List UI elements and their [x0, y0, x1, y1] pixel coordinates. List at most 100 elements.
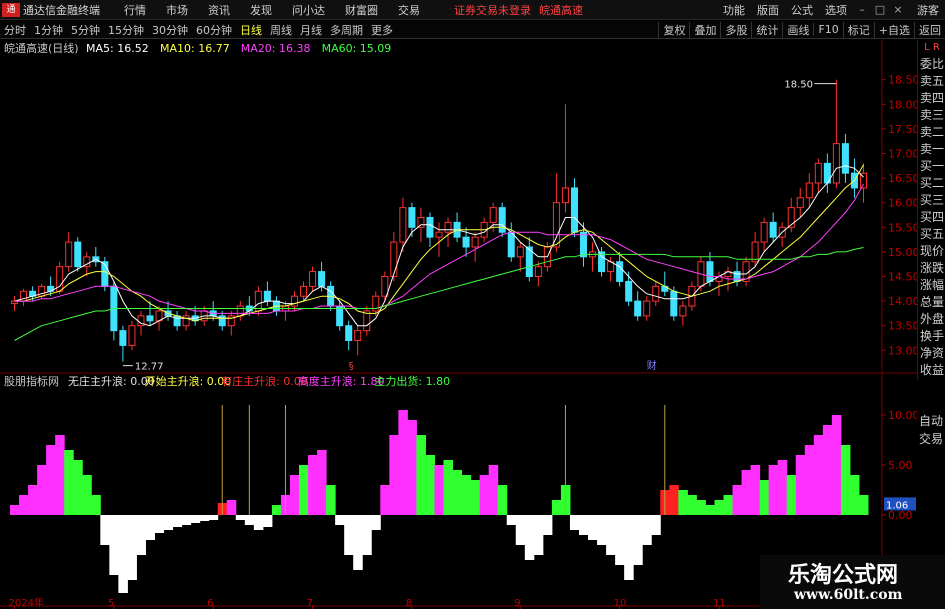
kline-title: 皖通高速(日线)	[4, 41, 79, 55]
tab-period-3[interactable]: 15分钟	[104, 22, 148, 38]
indicator-bar	[37, 465, 47, 515]
auto-trade-tag-1[interactable]: 交易	[917, 430, 945, 448]
guest-label[interactable]: 游客	[917, 2, 939, 18]
menu-discover[interactable]: 发现	[250, 2, 272, 18]
indicator-bar	[822, 425, 833, 515]
app-title: 通达信金融终端	[23, 3, 100, 17]
menu-layout[interactable]: 版面	[757, 2, 779, 18]
tab-period-7[interactable]: 周线	[266, 22, 296, 38]
indicator-bar	[154, 515, 165, 533]
indicator-bar	[840, 445, 851, 515]
panel-tag-8[interactable]: 买三	[918, 192, 945, 209]
quote-side-panel: L R 委比 卖五 卖四 卖三 卖二 卖一 买一 买二 买三 买四 买五 现价 涨跌 涨幅 总量 外盘 换手 净资收…	[917, 40, 945, 380]
candle-body	[796, 197, 804, 209]
panel-tag-14[interactable]: 总量	[918, 294, 945, 311]
toolbar-button-7[interactable]: +自选	[873, 21, 914, 38]
candle-body	[444, 221, 452, 233]
indicator-bar	[642, 515, 652, 545]
indicator-legend-0: 无庄主升浪: 0.00	[68, 374, 155, 388]
toolbar-button-1[interactable]: 叠加	[689, 21, 720, 38]
candle-body	[489, 207, 497, 223]
candle-body	[128, 325, 136, 346]
panel-tag-3[interactable]: 卖三	[918, 107, 945, 124]
menu-function[interactable]: 功能	[723, 2, 745, 18]
candle-body	[643, 300, 651, 317]
indicator-bar	[100, 515, 110, 545]
low-marker-label: 12.77	[135, 362, 164, 373]
tab-period-1[interactable]: 1分钟	[30, 22, 67, 38]
indicator-bar	[136, 515, 146, 555]
panel-tag-7[interactable]: 买二	[918, 175, 945, 192]
indicator-bar	[696, 500, 706, 515]
toolbar-button-6[interactable]: 标记	[842, 21, 874, 38]
auto-trade-tag-0[interactable]: 自动	[917, 412, 945, 430]
toolbar-button-8[interactable]: 返回	[914, 21, 945, 38]
app-logo: 通	[2, 2, 20, 17]
menu-trade[interactable]: 交易	[398, 2, 420, 18]
panel-tag-18[interactable]: 收益	[918, 362, 945, 379]
indicator-bar	[398, 410, 408, 515]
panel-tag-11[interactable]: 现价	[918, 243, 945, 260]
panel-tag-2[interactable]: 卖四	[918, 90, 945, 107]
close-icon[interactable]: ×	[892, 3, 904, 16]
menu-market[interactable]: 市场	[166, 2, 188, 18]
indicator-bar	[145, 515, 156, 540]
maximize-icon[interactable]: □	[874, 3, 886, 16]
candle-body	[760, 221, 768, 243]
tab-period-5[interactable]: 60分钟	[192, 22, 236, 38]
panel-tag-16[interactable]: 换手	[918, 328, 945, 345]
panel-tag-10[interactable]: 买五	[918, 226, 945, 243]
menu-formula[interactable]: 公式	[791, 2, 813, 18]
indicator-bar	[777, 460, 788, 515]
candle-body	[263, 290, 271, 302]
kline-chart[interactable]: 皖通高速(日线) MA5: 16.52 MA10: 16.77 MA20: 16.38…	[0, 40, 917, 609]
panel-tag-9[interactable]: 买四	[918, 209, 945, 226]
panel-tag-0[interactable]: 委比	[918, 56, 945, 73]
toolbar-button-5[interactable]: F10	[813, 23, 842, 36]
indicator-bar	[407, 420, 417, 515]
panel-tag-5[interactable]: 卖一	[918, 141, 945, 158]
ma-legend-3: MA60: 15.09	[322, 42, 392, 55]
panel-tag-1[interactable]: 卖五	[918, 73, 945, 90]
toolbar-button-2[interactable]: 多股	[720, 21, 751, 38]
price-tick-label-9: 14.00	[888, 295, 917, 308]
indicator-bar	[371, 515, 381, 530]
tab-period-9[interactable]: 多周期	[326, 22, 367, 38]
indicator-bar	[669, 485, 679, 515]
tab-period-4[interactable]: 30分钟	[148, 22, 192, 38]
candle-body	[706, 261, 714, 282]
tab-period-more[interactable]: 更多	[367, 22, 397, 38]
candle-body	[634, 300, 642, 317]
panel-tag-17[interactable]: 净资	[918, 345, 945, 362]
tab-period-0[interactable]: 分时	[0, 22, 30, 38]
tab-period-daily[interactable]: 日线	[236, 22, 266, 38]
tab-period-8[interactable]: 月线	[296, 22, 326, 38]
tab-period-2[interactable]: 5分钟	[67, 22, 104, 38]
login-notice[interactable]: 证券交易未登录	[454, 2, 531, 18]
indicator-bar	[795, 455, 806, 515]
menu-wealth[interactable]: 财富圈	[345, 2, 378, 18]
menu-news[interactable]: 资讯	[208, 2, 230, 18]
indicator-bar	[569, 515, 580, 530]
chart-area[interactable]: 皖通高速(日线) MA5: 16.52 MA10: 16.77 MA20: 16.38…	[0, 40, 945, 609]
indicator-bar	[813, 435, 824, 515]
minimize-icon[interactable]: –	[856, 3, 868, 16]
panel-tag-6[interactable]: 买一	[918, 158, 945, 175]
panel-tag-15[interactable]: 外盘	[918, 311, 945, 328]
toolbar-button-0[interactable]: 复权	[658, 21, 689, 38]
indicator-bar	[64, 450, 74, 515]
menu-options[interactable]: 选项	[825, 2, 847, 18]
candle-body	[471, 236, 479, 248]
panel-tag-13[interactable]: 涨幅	[918, 277, 945, 294]
panel-tag-12[interactable]: 涨跌	[918, 260, 945, 277]
toolbar-button-4[interactable]: 画线	[782, 21, 813, 38]
panel-tag-4[interactable]: 卖二	[918, 124, 945, 141]
menu-quotes[interactable]: 行情	[124, 2, 146, 18]
candle-body	[805, 182, 813, 199]
indicator-bar	[597, 515, 607, 545]
candle-body	[254, 290, 262, 312]
candle-body	[679, 305, 687, 317]
menu-ask[interactable]: 问小达	[292, 2, 325, 18]
candle-body	[101, 261, 109, 287]
toolbar-button-3[interactable]: 统计	[751, 21, 782, 38]
